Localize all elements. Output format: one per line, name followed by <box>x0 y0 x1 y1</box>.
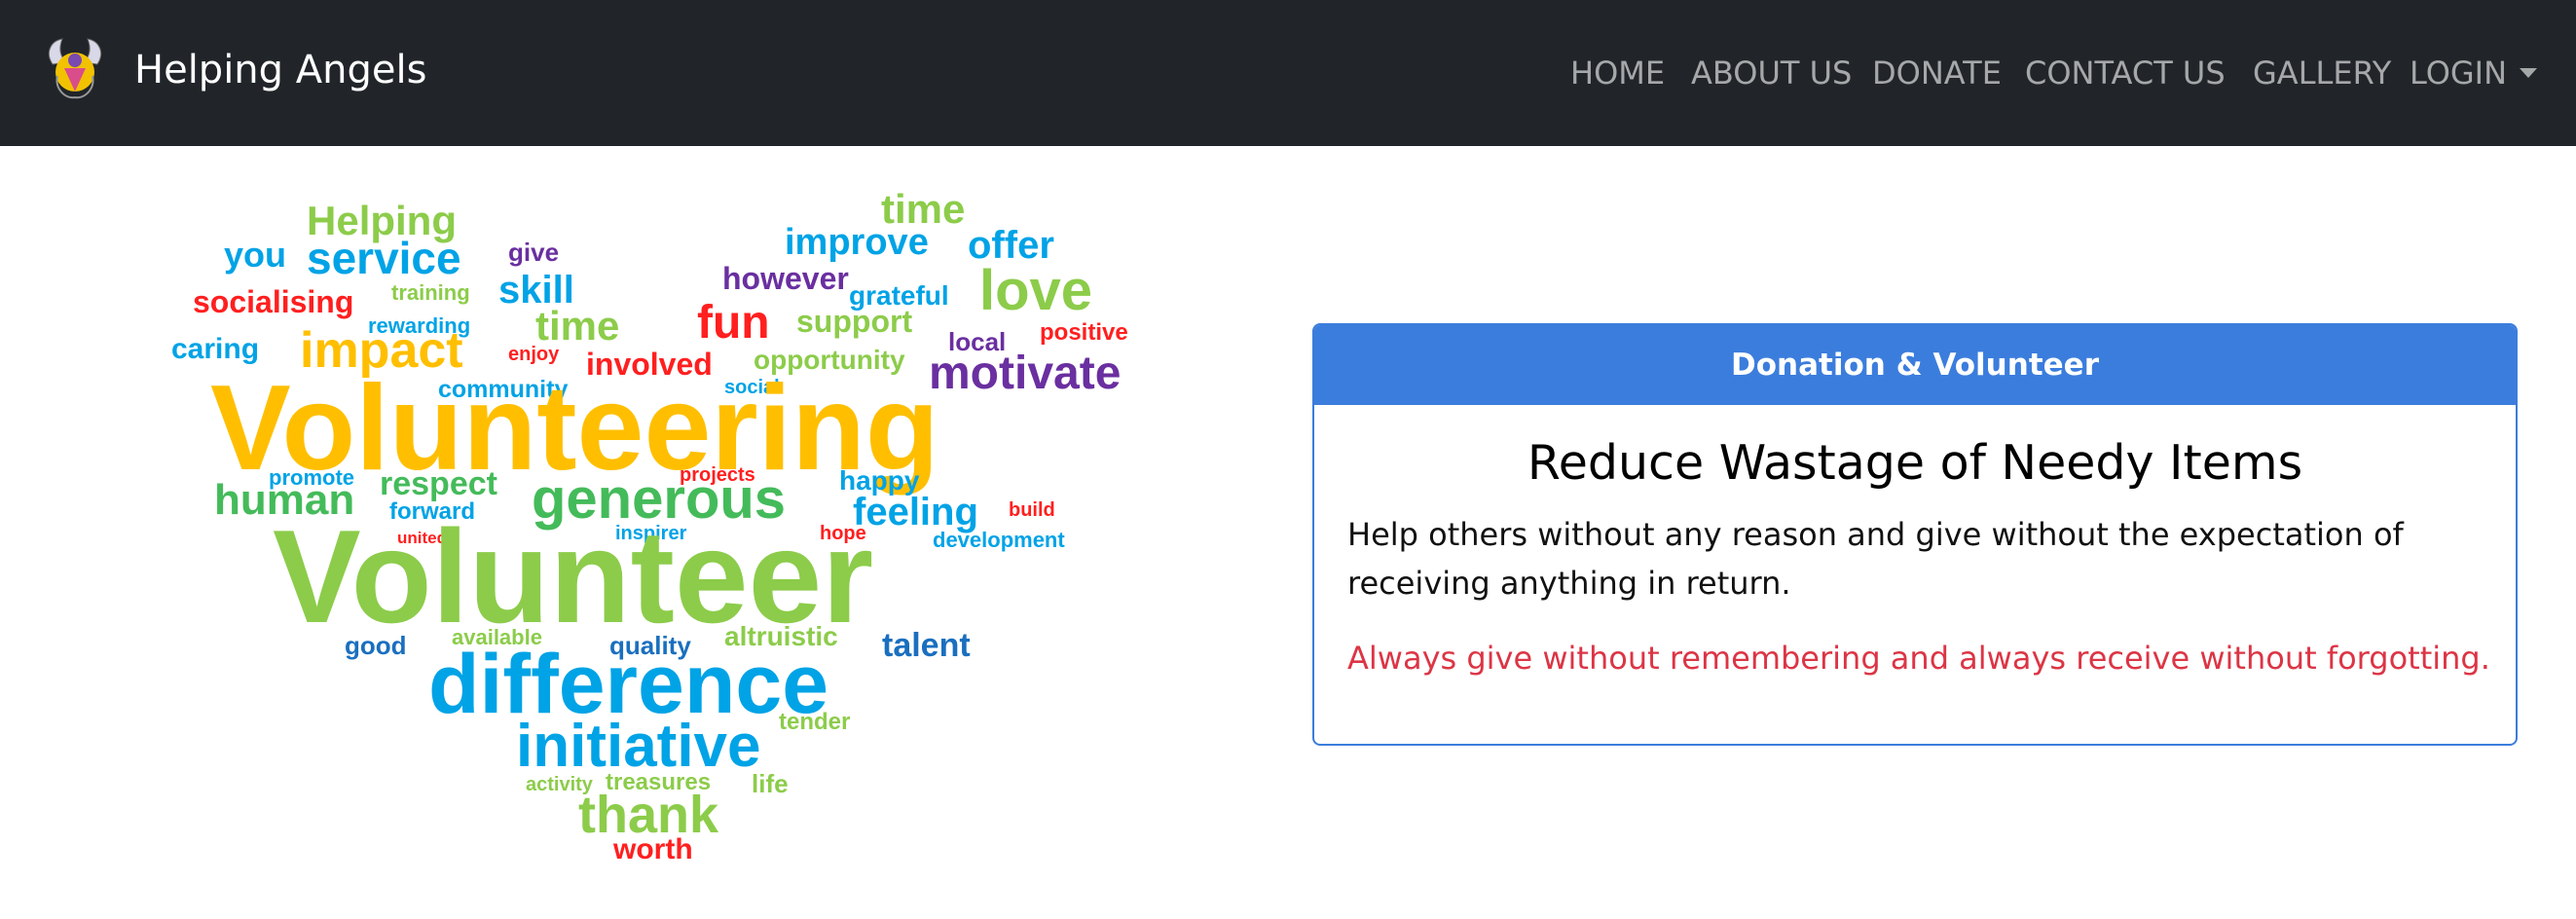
cloud-word: motivate <box>929 348 1122 399</box>
cloud-word: socialising <box>193 284 354 319</box>
cloud-word: tender <box>779 709 851 735</box>
cloud-word: caring <box>171 333 260 365</box>
brand-name[interactable]: Helping Angels <box>134 43 426 97</box>
donation-volunteer-card: Donation & Volunteer Reduce Wastage of N… <box>1312 323 2518 746</box>
cloud-word: however <box>722 261 849 296</box>
cloud-word: respect <box>380 465 497 502</box>
cloud-word: support <box>796 304 913 339</box>
nav-donate[interactable]: DONATE <box>1872 51 2002 95</box>
cloud-word: positive <box>1040 319 1128 346</box>
cloud-word: training <box>391 280 470 305</box>
cloud-word: improve <box>785 222 929 263</box>
nav-home[interactable]: HOME <box>1570 51 1665 95</box>
chevron-down-icon[interactable] <box>2520 68 2537 78</box>
cloud-word: fun <box>697 297 770 349</box>
cloud-word: talent <box>882 627 971 664</box>
cloud-word: good <box>345 631 407 660</box>
card-header: Donation & Volunteer <box>1314 325 2516 405</box>
cloud-word: you <box>224 235 287 275</box>
cloud-word: love <box>979 259 1093 322</box>
cloud-word: development <box>933 528 1065 552</box>
cloud-word: build <box>1009 499 1055 521</box>
nav-about-us[interactable]: ABOUT US <box>1691 51 1852 95</box>
card-quote: Always give without remembering and alwa… <box>1347 640 2490 677</box>
cloud-word: life <box>752 769 789 798</box>
cloud-word: give <box>508 238 560 267</box>
cloud-word: time <box>535 303 620 349</box>
cloud-word: worth <box>613 833 693 865</box>
nav-gallery[interactable]: GALLERY <box>2253 51 2391 95</box>
card-title: Reduce Wastage of Needy Items <box>1527 435 2303 491</box>
nav-login[interactable]: LOGIN <box>2410 51 2507 95</box>
card-text: Help others without any reason and give … <box>1347 516 2404 602</box>
nav-contact-us[interactable]: CONTACT US <box>2025 51 2226 95</box>
navbar: Helping Angels HOME ABOUT US DONATE CONT… <box>0 0 2576 146</box>
cloud-word: initiative <box>516 713 761 780</box>
angel-logo-icon[interactable] <box>43 35 107 103</box>
volunteer-word-cloud-image: Helping time you service give improve of… <box>146 165 1178 886</box>
cloud-word: service <box>307 233 461 283</box>
